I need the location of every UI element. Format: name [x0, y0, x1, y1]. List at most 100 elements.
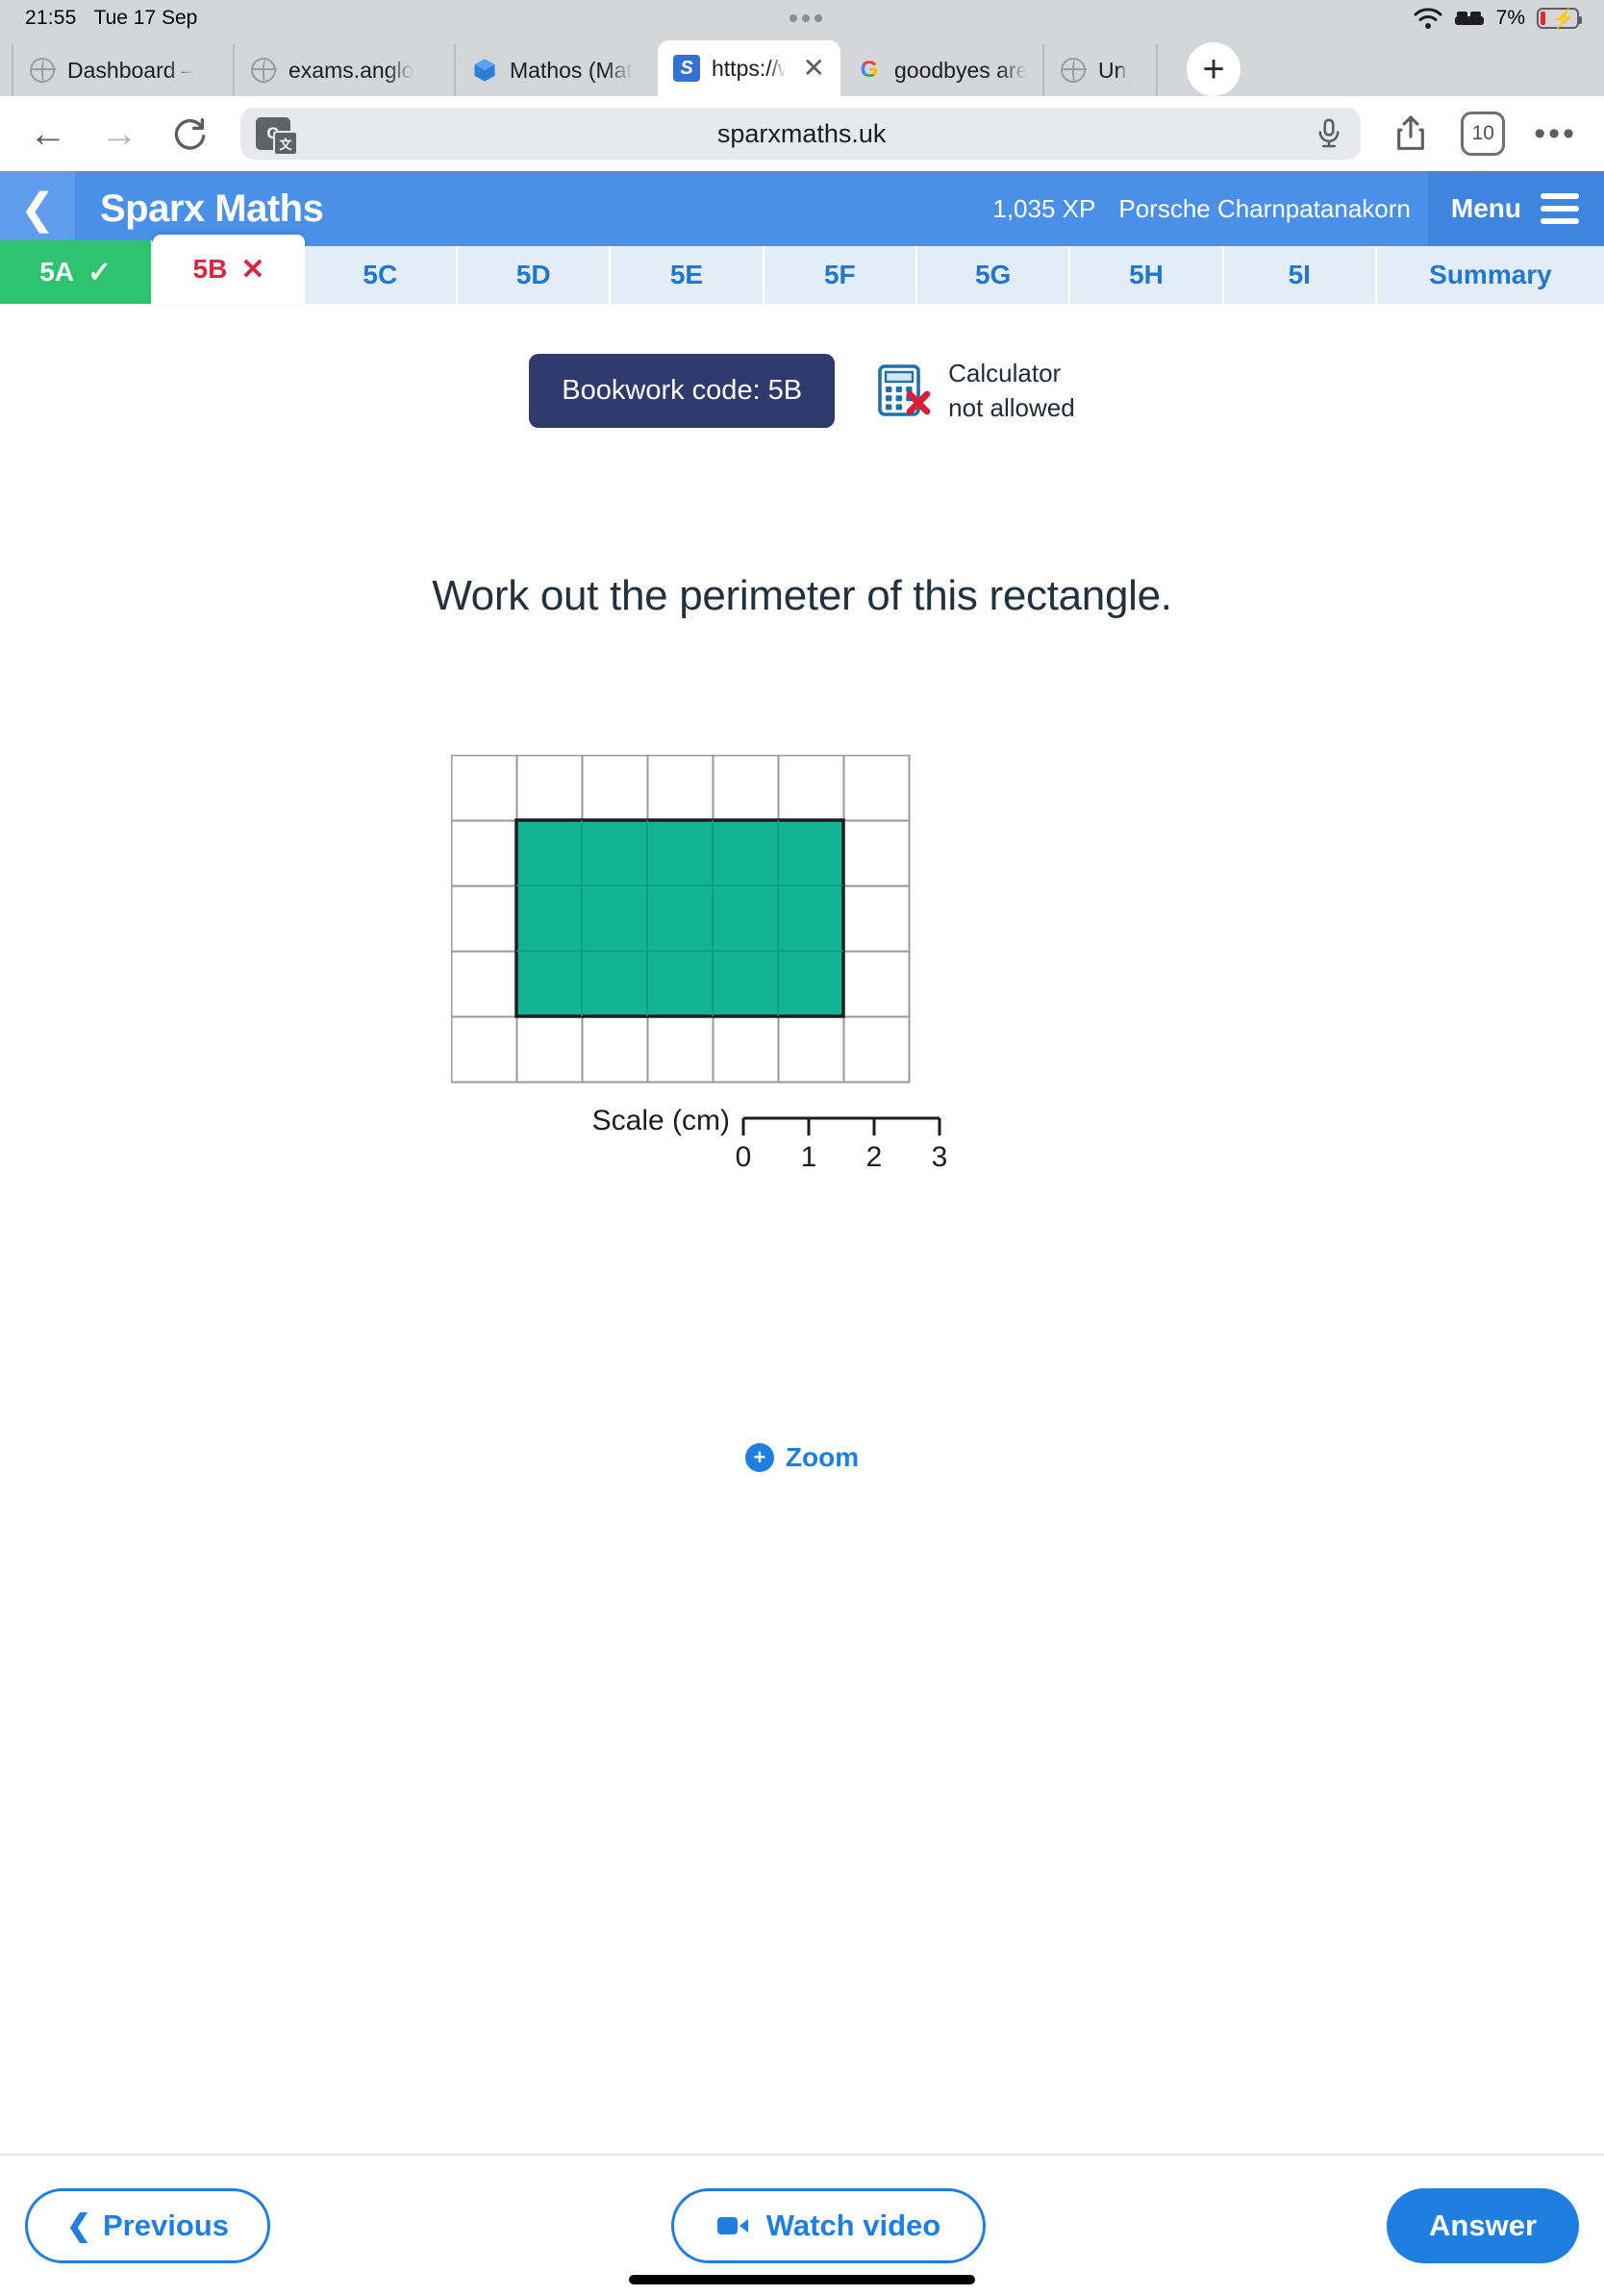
browser-tab-title: goodbyes are: [894, 57, 1027, 83]
browser-tab-partial[interactable]: [1156, 44, 1177, 96]
user-name: Porsche Charnpatanakorn: [1118, 193, 1411, 223]
sparx-s-icon: S: [673, 55, 700, 82]
cube-icon: [471, 57, 498, 84]
globe-icon: [29, 57, 56, 84]
task-tab-label: 5E: [669, 260, 704, 289]
question-figure: Scale (cm) 0 1 2 3: [0, 755, 1604, 1356]
dot-icon: [814, 14, 822, 22]
lightning-bolt-icon: ⚡: [1551, 9, 1575, 30]
task-tab-5c[interactable]: 5C: [304, 246, 458, 304]
bookwork-code-badge: Bookwork code: 5B: [529, 354, 836, 428]
question-meta-row: Bookwork code: 5B Calculator not allowed: [0, 354, 1604, 428]
watch-video-button[interactable]: Watch video: [670, 2188, 987, 2263]
cube-icon: [474, 59, 495, 82]
answer-button[interactable]: Answer: [1387, 2188, 1580, 2263]
close-icon[interactable]: ✕: [803, 55, 825, 82]
browser-tab-strip[interactable]: Dashboard – exams.anglo Mathos (Mat S ht…: [0, 37, 1604, 96]
calculator-text: Calculator not allowed: [948, 357, 1075, 424]
zoom-button[interactable]: + Zoom: [0, 1442, 1604, 1473]
scale-label: Scale (cm): [592, 1105, 730, 1136]
question-prompt: Work out the perimeter of this rectangle…: [432, 572, 1172, 619]
shape-rectangle: [514, 818, 845, 1018]
task-tab-summary[interactable]: Summary: [1376, 246, 1604, 304]
microphone-icon[interactable]: [1313, 117, 1345, 150]
browser-toolbar: ← → G sparxmaths.uk 10 •••: [0, 96, 1604, 171]
browser-tab-title: Un: [1098, 57, 1127, 83]
zoom-label: Zoom: [785, 1442, 860, 1472]
menu-button[interactable]: Menu: [1427, 171, 1604, 246]
scale-ruler: [741, 1116, 941, 1136]
status-time: 21:55: [25, 7, 77, 29]
browser-tab-title: exams.anglo: [288, 57, 414, 83]
svg-text:2: 2: [866, 1141, 883, 1173]
tab-count-button[interactable]: 10: [1461, 112, 1506, 156]
cross-icon: ✕: [240, 253, 265, 286]
task-tab-bar[interactable]: 5A ✓ 5B ✕ 5C 5D 5E 5F 5G 5H 5I Summary: [0, 235, 1604, 304]
bed-icon: [1454, 12, 1484, 25]
task-tab-label: 5C: [363, 260, 398, 289]
browser-tab[interactable]: Un: [1042, 44, 1156, 96]
svg-text:0: 0: [736, 1141, 752, 1173]
svg-text:1: 1: [801, 1141, 817, 1173]
more-options-icon[interactable]: •••: [1534, 117, 1577, 150]
globe-icon: [250, 57, 277, 84]
ios-status-bar: 21:55 Tue 17 Sep 7% ⚡: [0, 0, 1604, 37]
google-translate-icon[interactable]: G: [256, 117, 298, 156]
url-text[interactable]: sparxmaths.uk: [290, 119, 1313, 149]
previous-button[interactable]: ❮ Previous: [25, 2188, 270, 2263]
task-tab-5f[interactable]: 5F: [764, 246, 917, 304]
scale-tick-labels: 0 1 2 3: [736, 1141, 948, 1173]
share-icon[interactable]: [1390, 112, 1432, 155]
url-bar[interactable]: G sparxmaths.uk: [240, 108, 1362, 160]
back-arrow-icon[interactable]: ←: [27, 112, 69, 155]
task-tab-label: Summary: [1429, 260, 1552, 289]
check-icon: ✓: [87, 256, 113, 288]
video-camera-icon: [716, 2217, 748, 2234]
browser-tab-title: Mathos (Mat: [510, 57, 633, 83]
task-tab-label: 5H: [1129, 260, 1164, 289]
chevron-left-icon: ❮: [66, 2209, 91, 2242]
browser-tab[interactable]: Dashboard –: [12, 44, 233, 96]
browser-tab-active[interactable]: S https://w ✕: [658, 40, 840, 96]
xp-counter: 1,035 XP: [992, 193, 1096, 223]
task-tab-5a[interactable]: 5A ✓: [0, 240, 154, 304]
calculator-line-1: Calculator: [948, 359, 1062, 388]
status-indicators: 7% ⚡: [1414, 7, 1582, 30]
svg-text:3: 3: [932, 1141, 948, 1173]
bottom-action-bar: ❮ Previous Watch video Answer: [0, 2154, 1604, 2296]
reload-icon[interactable]: [169, 112, 212, 155]
menu-label: Menu: [1450, 193, 1521, 223]
task-tab-5i[interactable]: 5I: [1223, 246, 1377, 304]
google-g-icon: G: [856, 57, 883, 84]
browser-tab[interactable]: G goodbyes are: [840, 44, 1042, 96]
task-tab-5g[interactable]: 5G: [916, 246, 1071, 304]
home-indicator: [629, 2275, 975, 2284]
task-tab-5h[interactable]: 5H: [1070, 246, 1224, 304]
app-back-button[interactable]: ❮: [0, 171, 75, 246]
previous-label: Previous: [102, 2209, 229, 2242]
battery-icon: ⚡: [1537, 8, 1582, 30]
calculator-line-2: not allowed: [948, 392, 1075, 422]
battery-percent: 7%: [1495, 7, 1525, 29]
browser-tab[interactable]: Mathos (Mat: [454, 44, 658, 96]
browser-tab-title: Dashboard –: [67, 57, 194, 83]
browser-tab-title: https://w: [712, 55, 786, 81]
status-center-dots: [197, 14, 1413, 22]
watch-video-label: Watch video: [765, 2209, 941, 2242]
task-tab-5b[interactable]: 5B ✕: [153, 235, 305, 304]
dot-icon: [801, 14, 810, 22]
dot-icon: [789, 14, 797, 22]
task-tab-5e[interactable]: 5E: [611, 246, 764, 304]
globe-icon: [1060, 57, 1087, 84]
new-tab-button[interactable]: +: [1187, 42, 1241, 96]
calculator-not-allowed-icon: [878, 363, 931, 416]
browser-tab[interactable]: exams.anglo: [233, 44, 454, 96]
task-tab-label: 5F: [823, 260, 856, 289]
battery-level: [1541, 12, 1545, 25]
task-tab-label: 5A: [39, 257, 74, 287]
task-tab-5d[interactable]: 5D: [457, 246, 612, 304]
page-title: Sparx Maths: [100, 187, 324, 230]
task-tab-label: 5I: [1288, 260, 1311, 289]
status-date: Tue 17 Sep: [93, 7, 198, 29]
forward-arrow-icon[interactable]: →: [98, 112, 140, 155]
